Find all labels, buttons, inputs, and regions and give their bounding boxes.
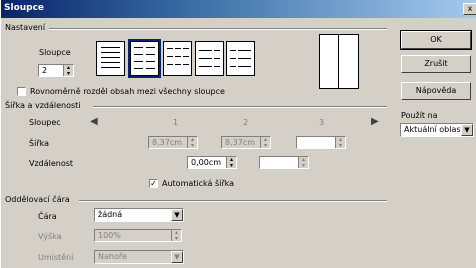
cancel-button[interactable]: Zrušit [401,55,471,73]
close-icon: x [467,4,473,13]
separator-divider [79,200,387,202]
height-value: 100% [98,231,121,240]
column-label: Sloupec [29,118,61,127]
title-bar: Sloupce x [1,0,476,18]
col-number-2: 2 [243,118,249,127]
spacing-value-1: 0,00cm [191,158,222,167]
position-value: Nahoře [98,252,127,261]
col-number-1: 1 [173,118,179,127]
columns-label: Sloupce [39,48,71,57]
spacing-spin-1[interactable]: ▴ ▾ [226,157,236,169]
settings-divider [49,28,387,30]
even-distribute-checkbox[interactable] [17,87,26,96]
apply-to-dropdown-arrow[interactable]: ▼ [461,124,473,136]
columns-dialog: Sloupce x Nastavení Sloupce 2 ▴ ▾ Rovnom… [0,0,476,268]
columns-preview [319,34,359,89]
prev-column-arrow[interactable]: ◀ [90,116,98,127]
separator-section-label: Oddělovací čára [5,195,70,204]
width-value-2: 8,37cm [225,138,256,147]
next-column-arrow[interactable]: ▶ [371,116,379,127]
preset-one-column[interactable] [96,41,125,76]
width-value-1: 8,37cm [152,138,183,147]
position-dropdown-arrow[interactable]: ▼ [171,251,183,263]
columns-spin-buttons[interactable]: ▴ ▾ [63,65,73,77]
columns-count-value: 2 [42,66,48,75]
ok-button[interactable]: OK [400,30,472,50]
chevron-down-icon: ▼ [464,126,470,134]
width-spacing-divider [93,106,387,108]
width-label: Šířka [29,139,49,148]
close-button[interactable]: x [463,3,476,15]
line-value: žádná [98,210,123,219]
width-spin-2[interactable]: ▴ ▾ [260,137,270,149]
even-distribute-label: Rovnoměrně rozděl obsah mezi všechny slo… [30,87,225,96]
chevron-down-icon: ▼ [174,253,180,261]
help-button[interactable]: Nápověda [401,82,471,100]
apply-to-value: Aktuální oblast [404,125,464,134]
auto-width-label: Automatická šířka [162,179,235,188]
auto-width-checkbox[interactable]: ✓ [149,179,158,188]
apply-to-label: Použít na [401,111,438,120]
settings-section-label: Nastavení [5,23,46,32]
line-dropdown-arrow[interactable]: ▼ [171,209,183,221]
height-label: Výška [38,232,62,241]
spacing-label: Vzdálenost [29,159,74,168]
dialog-title: Sloupce [4,3,45,13]
spacing-spin-2[interactable]: ▴ ▾ [298,157,308,169]
preset-three-columns[interactable] [163,41,192,76]
checkmark-icon: ✓ [150,179,157,188]
height-spin[interactable]: ▴ ▾ [171,230,181,242]
position-label: Umístění [38,253,74,262]
chevron-down-icon: ▼ [174,211,180,219]
preset-two-columns-left-wide[interactable] [195,41,224,76]
col-number-3: 3 [319,118,325,127]
line-label: Čára [38,212,57,221]
preset-two-columns-right-wide[interactable] [226,41,255,76]
height-field[interactable]: 100% [94,229,182,242]
width-spin-1[interactable]: ▴ ▾ [187,137,197,149]
preset-two-columns[interactable] [128,39,161,78]
width-spin-3[interactable]: ▴ ▾ [335,137,345,149]
width-spacing-section-label: Šířka a vzdálenosti [5,101,81,110]
